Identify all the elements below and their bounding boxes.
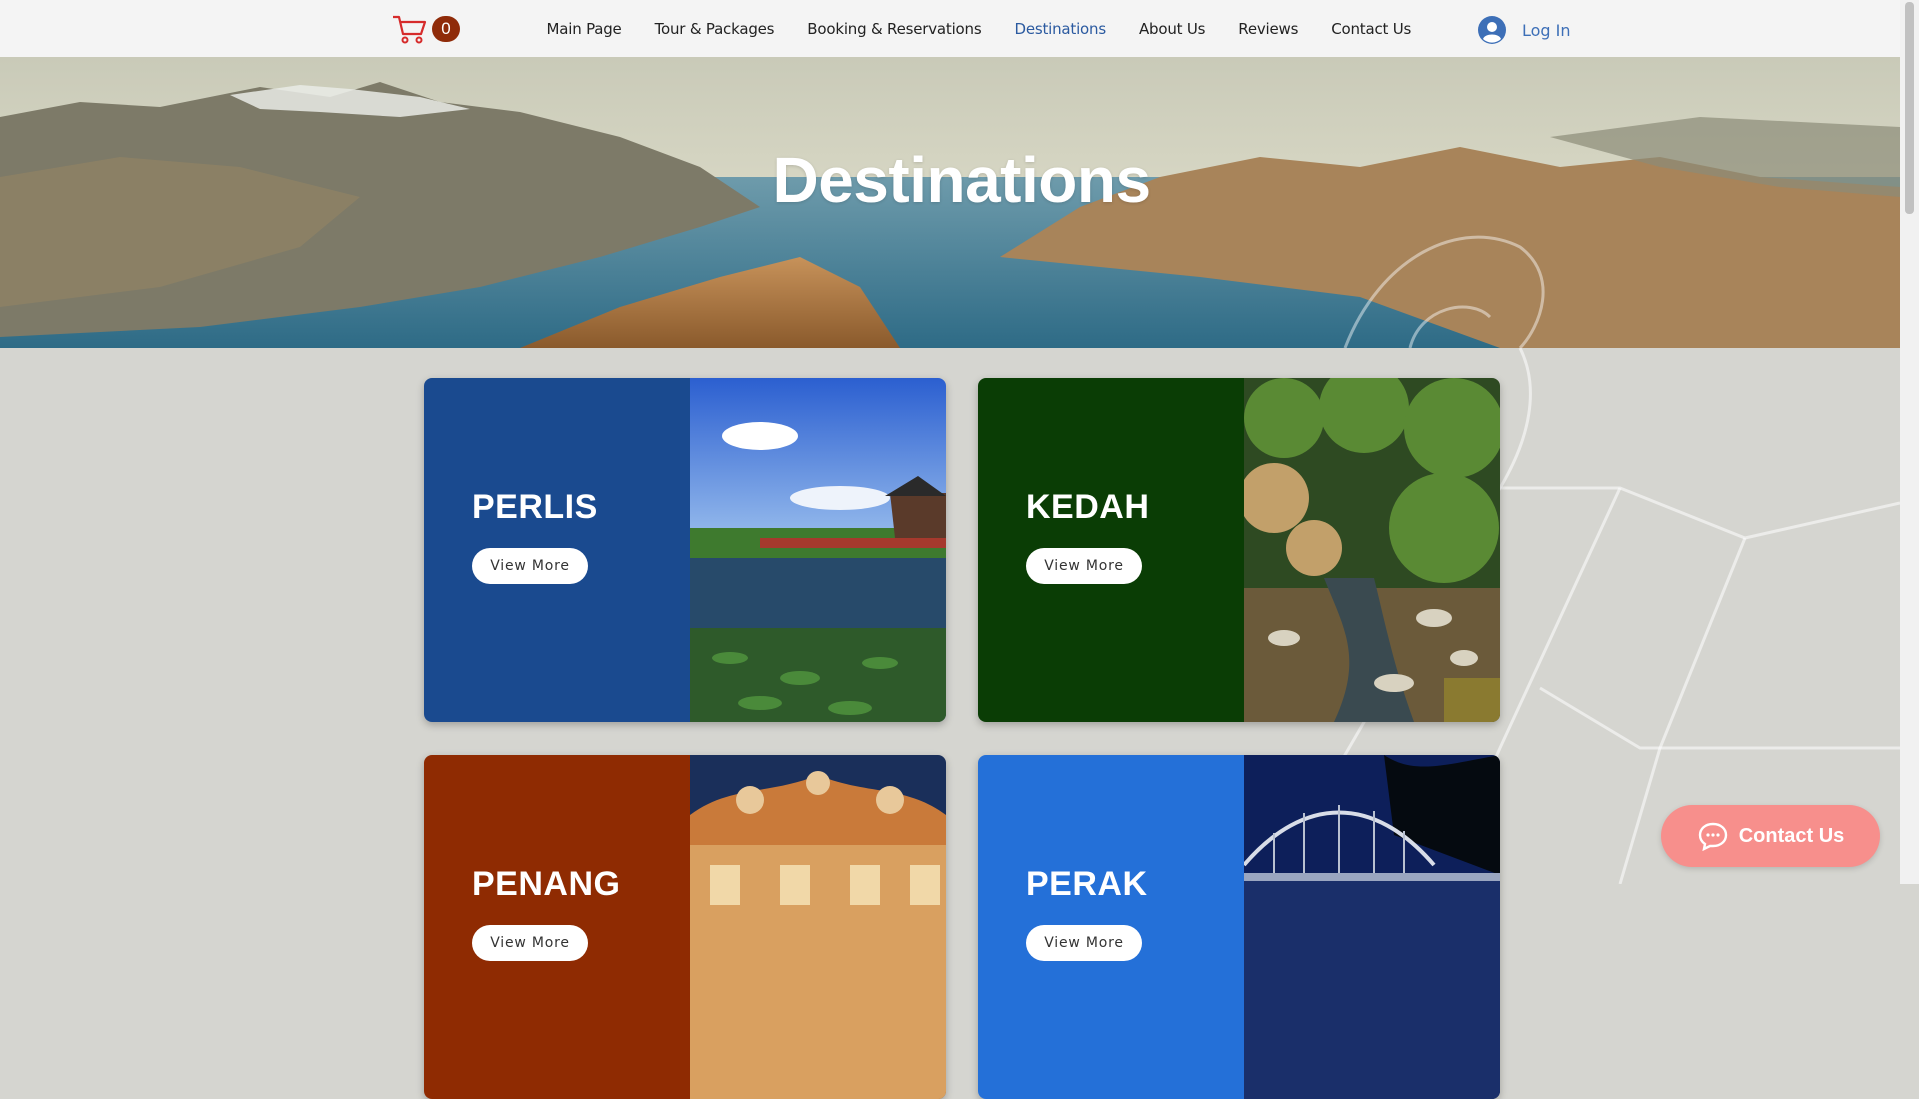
scrollbar-thumb[interactable] bbox=[1905, 2, 1914, 214]
perlis-lake-pavilion-image bbox=[690, 378, 946, 722]
card-title: PERAK bbox=[1026, 865, 1148, 903]
cart-button[interactable]: 0 bbox=[392, 14, 462, 44]
nav-tour-packages[interactable]: Tour & Packages bbox=[638, 20, 791, 38]
nav-reviews[interactable]: Reviews bbox=[1222, 20, 1315, 38]
card-title: PERLIS bbox=[472, 488, 598, 526]
view-more-button[interactable]: View More bbox=[1026, 548, 1142, 584]
view-more-button[interactable]: View More bbox=[472, 548, 588, 584]
nav-main-page[interactable]: Main Page bbox=[530, 20, 638, 38]
contact-us-chat-button[interactable]: Contact Us bbox=[1661, 805, 1880, 867]
page-scrollbar[interactable] bbox=[1900, 0, 1919, 884]
nav-about-us[interactable]: About Us bbox=[1122, 20, 1221, 38]
page-title: Destinations bbox=[772, 144, 1151, 216]
view-more-button[interactable]: View More bbox=[1026, 925, 1142, 961]
cart-count-badge: 0 bbox=[432, 16, 460, 42]
destination-card-kedah: KEDAH View More bbox=[978, 378, 1500, 722]
login-button[interactable]: Log In bbox=[1478, 16, 1571, 44]
penang-temple-image bbox=[690, 755, 946, 1099]
destination-card-penang: PENANG View More bbox=[424, 755, 946, 1099]
destination-card-perak: PERAK View More bbox=[978, 755, 1500, 1099]
main-nav: Main Page Tour & Packages Booking & Rese… bbox=[530, 0, 1428, 57]
contact-us-label: Contact Us bbox=[1738, 824, 1845, 847]
kedah-waterfall-stream-image bbox=[1244, 378, 1500, 722]
chat-bubble-icon bbox=[1698, 822, 1727, 851]
nav-destinations[interactable]: Destinations bbox=[998, 20, 1123, 38]
background-line-decoration bbox=[1268, 348, 1900, 884]
card-title: KEDAH bbox=[1026, 488, 1150, 526]
destination-card-perlis: PERLIS View More bbox=[424, 378, 946, 722]
login-label: Log In bbox=[1522, 20, 1571, 40]
nav-booking-reservations[interactable]: Booking & Reservations bbox=[791, 20, 998, 38]
view-more-button[interactable]: View More bbox=[472, 925, 588, 961]
user-avatar-icon bbox=[1478, 16, 1506, 44]
cart-icon bbox=[393, 15, 427, 44]
card-title: PENANG bbox=[472, 865, 621, 903]
nav-contact-us[interactable]: Contact Us bbox=[1315, 20, 1428, 38]
hero-banner: Destinations bbox=[0, 57, 1900, 348]
site-header: 0 Main Page Tour & Packages Booking & Re… bbox=[0, 0, 1900, 57]
perak-bridge-night-image bbox=[1244, 755, 1500, 1099]
